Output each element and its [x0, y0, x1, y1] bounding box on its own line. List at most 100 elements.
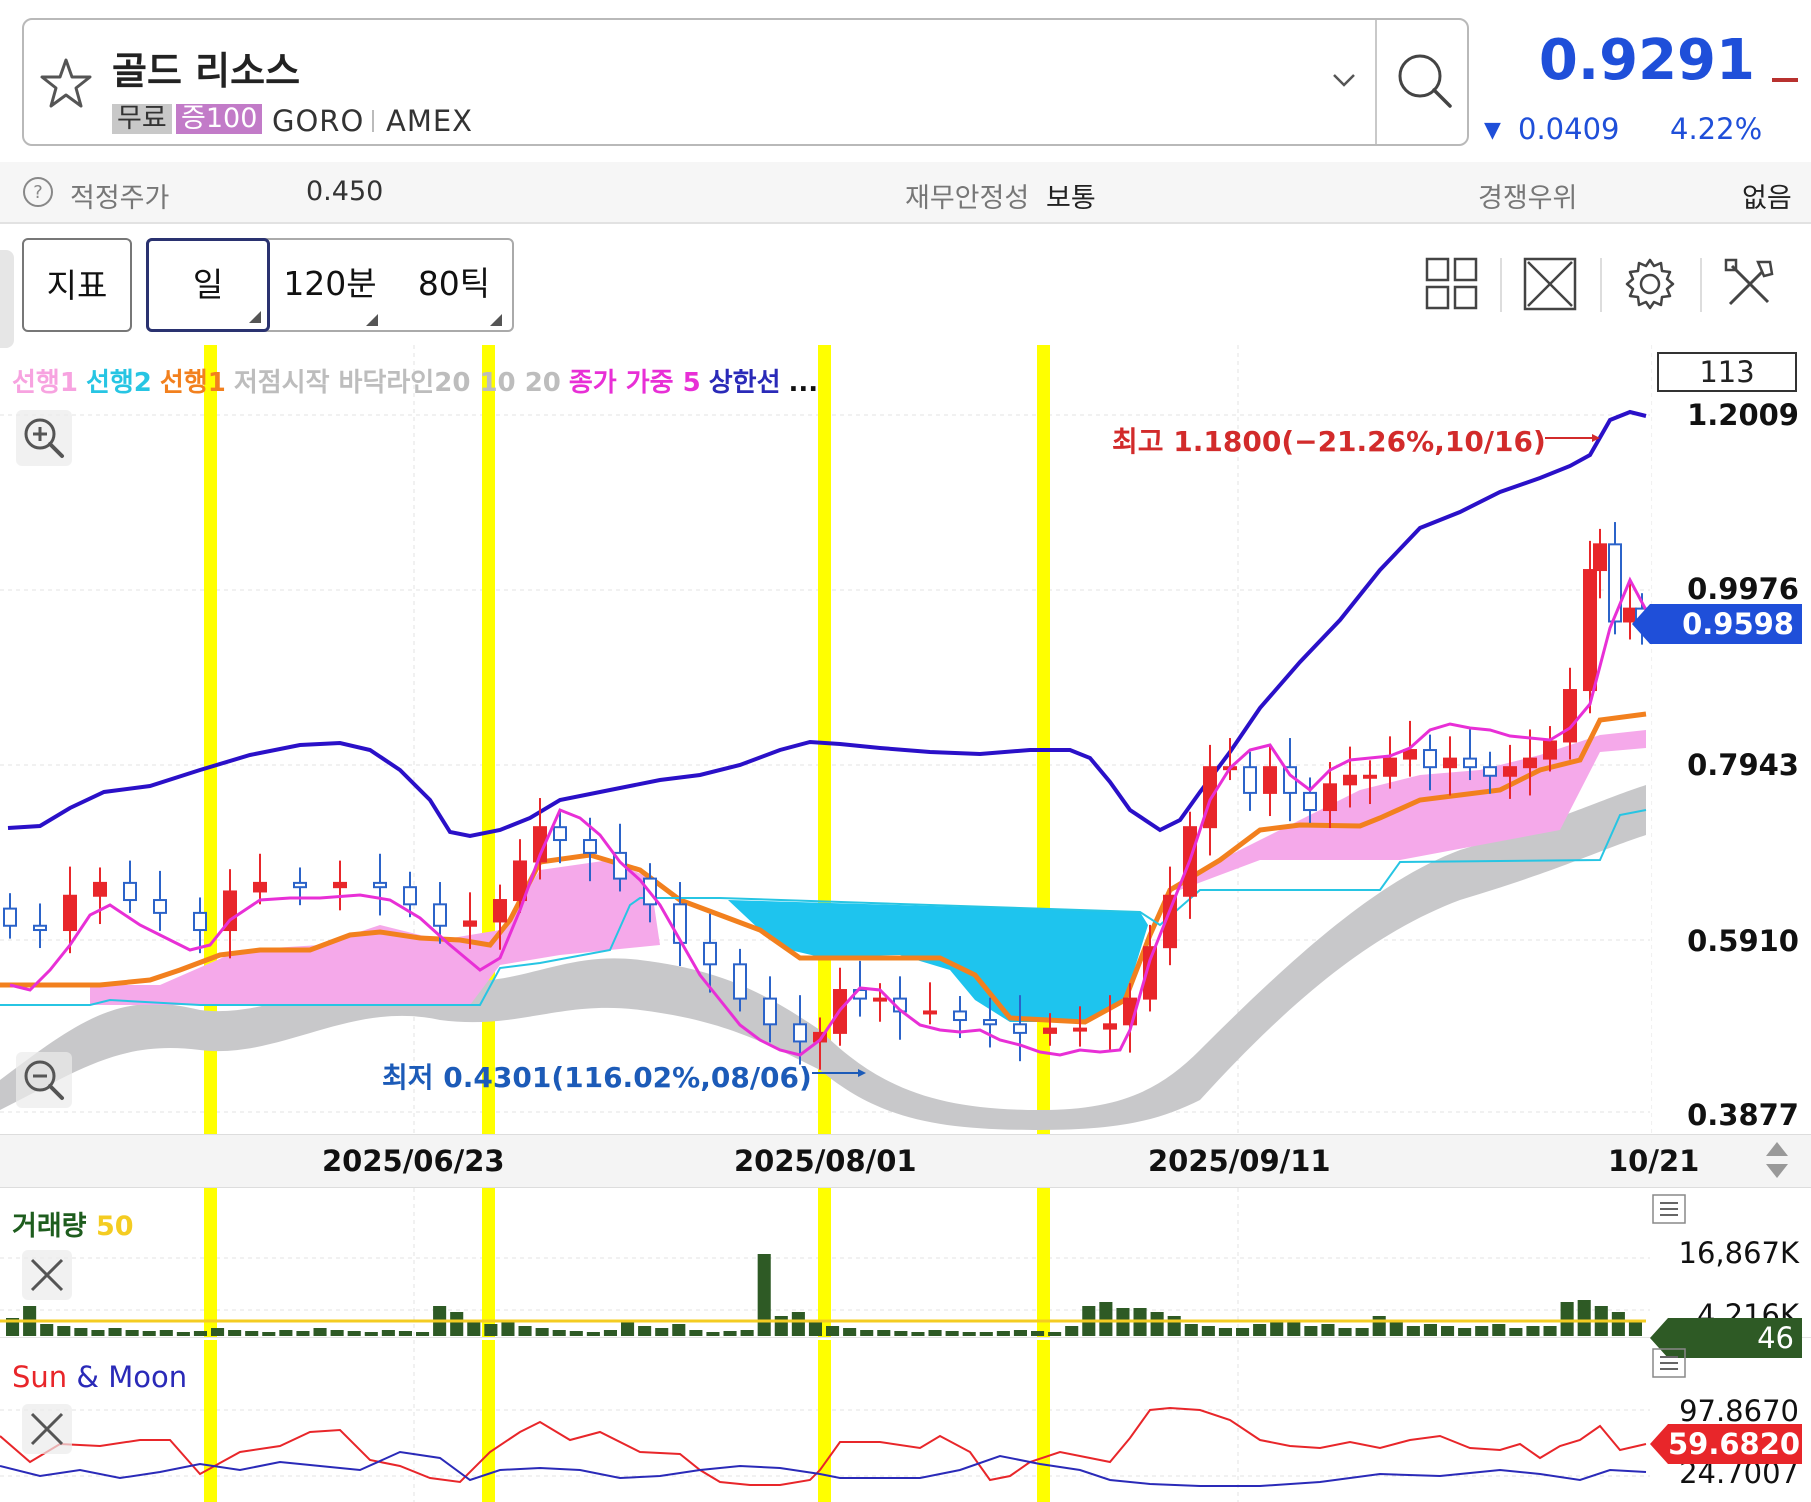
candle-count-box: 113	[1657, 352, 1797, 392]
toolbar-divider	[1700, 258, 1702, 312]
chevron-down-icon[interactable]	[1326, 62, 1362, 98]
volume-bar	[193, 1331, 207, 1336]
help-icon[interactable]: ?	[22, 176, 54, 208]
indicator-legend[interactable]: 선행1 선행2 선행1 저점시작 바닥라인20 10 20 종가 가중 5 상한선...	[12, 362, 826, 399]
volume-bar	[1167, 1316, 1181, 1336]
volume-bar	[757, 1254, 771, 1336]
volume-bar	[125, 1330, 139, 1336]
favorite-star-icon[interactable]	[36, 54, 96, 114]
candle-up	[1343, 774, 1357, 786]
ticker-separator	[372, 110, 374, 132]
price-change-percent: 4.22%	[1670, 112, 1763, 146]
zoom-in-icon[interactable]	[16, 410, 72, 466]
volume-bar	[638, 1326, 652, 1336]
price-axis-label: 0.3877	[1687, 1098, 1799, 1132]
volume-bar	[467, 1322, 481, 1336]
volume-chart[interactable]	[0, 1188, 1811, 1338]
period-80tick-button[interactable]: 80틱	[400, 238, 508, 332]
volume-bar	[228, 1330, 242, 1336]
volume-bar	[1031, 1331, 1045, 1336]
volume-bar	[1304, 1326, 1318, 1336]
candle-up	[333, 881, 347, 889]
legend-bottom-line: 저점시작 바닥라인20 10 20	[233, 368, 561, 398]
volume-bar	[262, 1332, 276, 1336]
volume-bar	[860, 1330, 874, 1336]
volume-bar	[621, 1322, 635, 1336]
low-annotation: 최저 0.4301(116.02%,08/06)	[382, 1061, 812, 1094]
volume-bar	[1423, 1324, 1437, 1336]
legend-leading-span-2: 선행2	[85, 368, 152, 398]
volume-bar	[381, 1330, 395, 1336]
zoom-out-icon[interactable]	[16, 1052, 72, 1108]
volume-bar	[364, 1332, 378, 1336]
volume-bar	[296, 1331, 310, 1336]
candle-down	[1483, 766, 1497, 777]
candle-down	[733, 963, 747, 1000]
sunmoon-chart[interactable]	[0, 1340, 1811, 1502]
candle-down	[123, 881, 137, 902]
volume-bar	[1184, 1324, 1198, 1336]
tools-icon[interactable]	[1722, 256, 1778, 312]
side-drawer-handle[interactable]	[0, 250, 14, 348]
volume-bar	[996, 1331, 1010, 1336]
legend-more[interactable]: ...	[789, 368, 819, 398]
menu-icon[interactable]	[1652, 1348, 1686, 1378]
fair-price-label: 적정주가	[70, 183, 170, 214]
volume-bar	[911, 1332, 925, 1336]
volume-bar	[176, 1332, 190, 1336]
menu-icon[interactable]	[1652, 1194, 1686, 1224]
price-chart[interactable]	[0, 345, 1811, 1135]
volume-bar	[655, 1328, 669, 1336]
candle-up	[463, 920, 477, 927]
candle-up	[1073, 1027, 1087, 1032]
current-price: 0.9291	[1538, 28, 1755, 93]
volume-bar	[894, 1331, 908, 1336]
search-icon[interactable]	[1388, 40, 1460, 120]
current-price-tag: 0.9598	[1650, 604, 1802, 644]
candle-up	[63, 894, 77, 932]
volume-bar	[1458, 1328, 1472, 1336]
volume-bar	[1543, 1326, 1557, 1336]
volume-bar	[1389, 1322, 1403, 1336]
candle-up	[253, 881, 267, 893]
candle-up	[1323, 783, 1337, 812]
volume-bar	[1526, 1326, 1540, 1336]
volume-title: 거래량 50	[12, 1204, 134, 1243]
axis-scroll-arrows-icon[interactable]	[1752, 1136, 1802, 1184]
candle-up	[493, 899, 507, 923]
volume-bar	[1577, 1300, 1591, 1336]
indicator-button[interactable]: 지표	[22, 238, 132, 332]
volume-bar	[518, 1326, 532, 1336]
volume-bar	[1475, 1326, 1489, 1336]
volume-bar	[279, 1330, 293, 1336]
volume-bar	[1218, 1328, 1232, 1336]
competitive-advantage-value: 없음	[1742, 183, 1792, 214]
volume-bar	[706, 1332, 720, 1336]
volume-bar	[672, 1324, 686, 1336]
competitive-advantage-label: 경쟁우위	[1478, 183, 1578, 214]
candle-up	[1563, 689, 1577, 743]
volume-bar	[1236, 1328, 1250, 1336]
period-120min-button[interactable]: 120분	[276, 238, 384, 332]
close-icon[interactable]	[22, 1250, 72, 1300]
candle-up	[1263, 766, 1277, 794]
settings-gear-icon[interactable]	[1622, 256, 1678, 312]
volume-bar	[40, 1324, 54, 1336]
volume-bar	[1150, 1312, 1164, 1336]
close-icon[interactable]	[22, 1404, 72, 1454]
volume-bar	[1270, 1322, 1284, 1336]
volume-bar	[1338, 1328, 1352, 1336]
toolbar-divider	[1500, 258, 1502, 312]
fair-price-value: 0.450	[306, 176, 384, 207]
fullscreen-icon[interactable]	[1522, 256, 1578, 312]
candle-down	[583, 839, 597, 854]
volume-bar	[843, 1328, 857, 1336]
candle-down	[293, 881, 307, 889]
volume-bar	[245, 1331, 259, 1336]
volume-bar	[962, 1332, 976, 1336]
volume-bar	[74, 1328, 88, 1336]
volume-bar	[689, 1330, 703, 1336]
grid-layout-icon[interactable]	[1424, 256, 1480, 312]
period-day-button[interactable]: 일	[146, 238, 270, 332]
candle-down	[983, 1019, 997, 1026]
